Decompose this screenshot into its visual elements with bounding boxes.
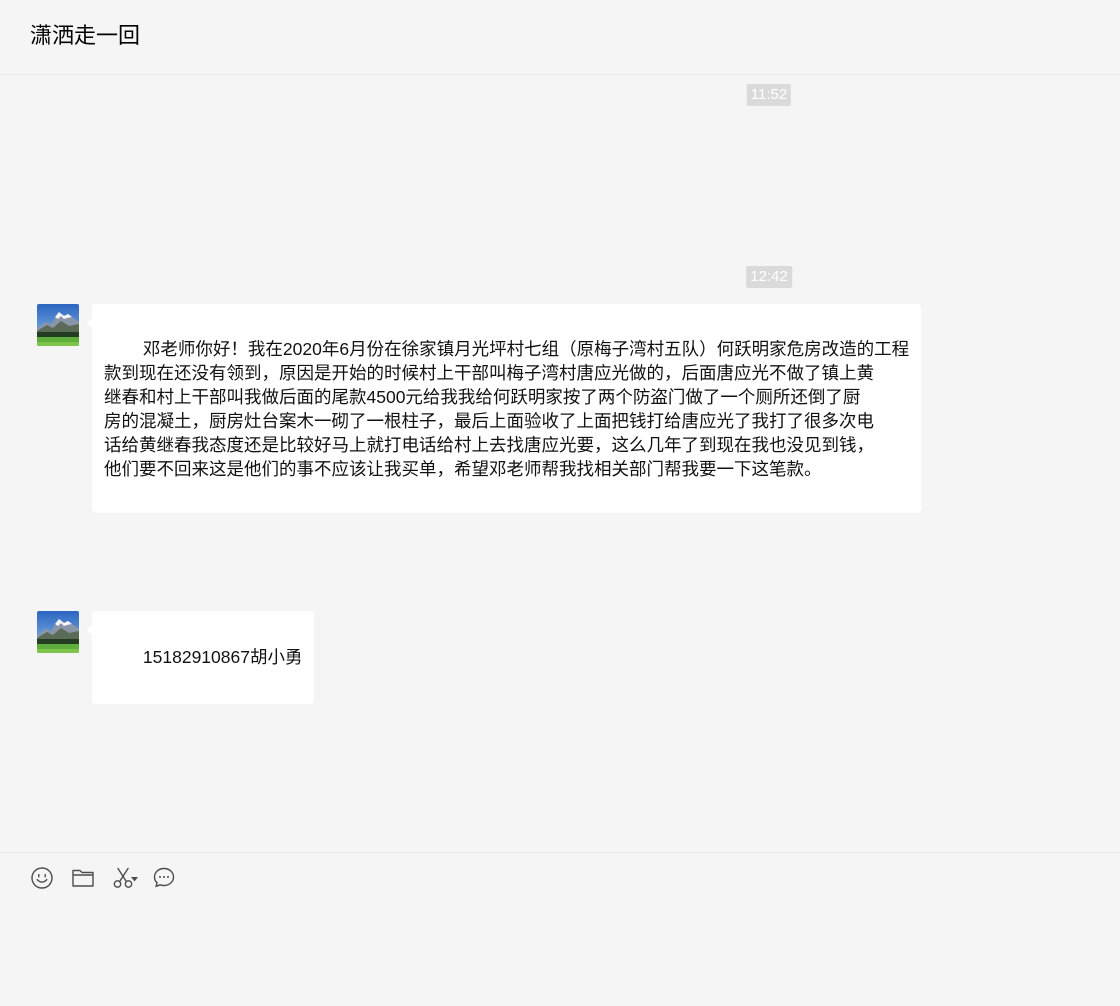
message-bubble[interactable]: 邓老师你好！我在2020年6月份在徐家镇月光坪村七组（原梅子湾村五队）何跃明家危…	[86, 304, 922, 513]
timestamp: 11:52	[746, 84, 792, 106]
message-input[interactable]	[30, 900, 1090, 990]
timestamp: 12:42	[746, 266, 792, 288]
input-divider	[0, 852, 1120, 853]
message-bubble[interactable]: 15182910867胡小勇	[86, 611, 315, 704]
message-text: 邓老师你好！我在2020年6月份在徐家镇月光坪村七组（原梅子湾村五队）何跃明家危…	[104, 339, 910, 479]
chat-window: 潇洒走一回 11:52 12:42 邓老师你好！我在2020年6月份在徐家镇月光…	[0, 0, 1120, 1006]
chat-bubble-icon[interactable]	[152, 866, 176, 890]
landscape-avatar-image	[37, 611, 79, 653]
smiley-icon[interactable]	[30, 866, 54, 890]
avatar[interactable]	[37, 304, 79, 346]
landscape-avatar-image	[37, 304, 79, 346]
message-text: 15182910867胡小勇	[142, 647, 303, 667]
chevron-down-icon[interactable]	[131, 877, 138, 882]
avatar[interactable]	[37, 611, 79, 653]
folder-icon[interactable]	[71, 866, 95, 890]
message-list[interactable]: 11:52 12:42 邓老师你好！我在2020年6月份在徐家镇月光坪村七组（原…	[0, 75, 1120, 852]
chat-title: 潇洒走一回	[30, 23, 141, 48]
chat-header: 潇洒走一回	[0, 0, 1120, 75]
